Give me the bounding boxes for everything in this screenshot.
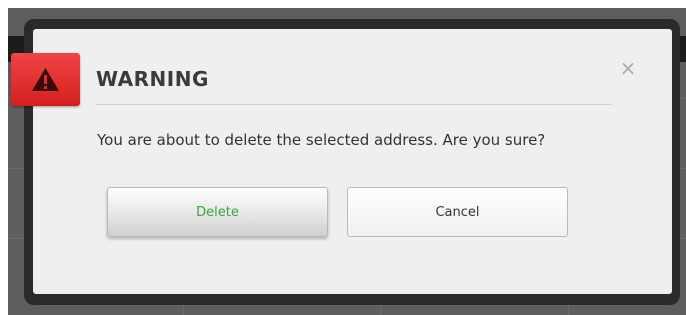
dialog-message: You are about to delete the selected add… xyxy=(97,131,546,149)
warning-triangle-icon xyxy=(32,68,59,91)
warning-badge xyxy=(11,53,80,106)
cancel-button[interactable]: Cancel xyxy=(347,187,568,237)
dialog-title: WARNING xyxy=(96,67,209,91)
delete-button[interactable]: Delete xyxy=(107,187,328,237)
close-icon[interactable]: × xyxy=(618,58,638,78)
title-divider xyxy=(96,104,612,105)
